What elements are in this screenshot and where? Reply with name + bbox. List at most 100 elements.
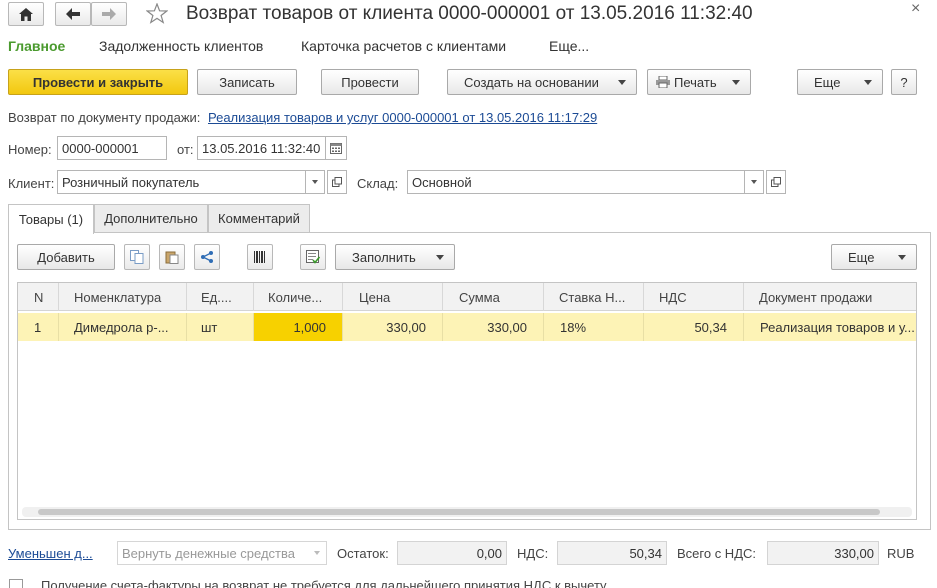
reduced-link[interactable]: Уменьшен д... — [8, 546, 93, 561]
col-header-n[interactable]: N — [18, 283, 59, 311]
tab-comment[interactable]: Комментарий — [208, 204, 310, 232]
chevron-down-icon — [864, 79, 872, 85]
warehouse-field[interactable]: Основной — [407, 170, 744, 194]
sale-doc-link[interactable]: Реализация товаров и услуг 0000-000001 о… — [208, 110, 597, 125]
col-header-item[interactable]: Номенклатура — [59, 283, 187, 311]
scrollbar-thumb[interactable] — [38, 509, 880, 515]
home-button[interactable] — [8, 2, 44, 26]
chevron-down-icon — [898, 254, 906, 260]
nav-client-debt[interactable]: Задолженность клиентов — [99, 38, 263, 54]
copy-button[interactable] — [124, 244, 150, 270]
arrow-left-icon — [66, 8, 80, 20]
fill-label: Заполнить — [352, 249, 416, 265]
warehouse-dropdown-button[interactable] — [744, 170, 764, 194]
calendar-icon — [330, 142, 342, 154]
post-button[interactable]: Провести — [321, 69, 419, 95]
warehouse-open-button[interactable] — [766, 170, 786, 194]
client-field[interactable]: Розничный покупатель — [57, 170, 305, 194]
chevron-down-icon — [436, 254, 444, 260]
number-label: Номер: — [8, 142, 52, 157]
currency-label: RUB — [887, 546, 915, 561]
barcode-icon — [254, 251, 265, 263]
tab-goods[interactable]: Товары (1) — [8, 204, 94, 234]
help-button[interactable]: ? — [891, 69, 917, 95]
client-label: Клиент: — [8, 176, 55, 191]
col-header-price[interactable]: Цена — [343, 283, 443, 311]
warehouse-label: Склад: — [357, 176, 399, 191]
nav-settlement-card[interactable]: Карточка расчетов с клиентами — [301, 38, 506, 54]
post-and-close-button[interactable]: Провести и закрыть — [8, 69, 188, 95]
open-icon — [771, 177, 781, 187]
cell-item[interactable]: Димедрола р-... — [59, 313, 187, 341]
paste-icon — [165, 251, 179, 264]
vat-label: НДС: — [517, 546, 549, 561]
chevron-down-icon — [312, 180, 318, 184]
create-based-on-button[interactable]: Создать на основании — [447, 69, 637, 95]
number-field[interactable]: 0000-000001 — [57, 136, 167, 160]
goods-more-label: Еще — [848, 249, 875, 265]
cell-unit[interactable]: шт — [187, 313, 254, 341]
cell-qty[interactable]: 1,000 — [254, 313, 343, 341]
fill-button[interactable]: Заполнить — [335, 244, 455, 270]
client-open-button[interactable] — [327, 170, 347, 194]
chevron-down-icon — [314, 551, 320, 555]
printer-icon — [656, 76, 670, 88]
branch-icon — [201, 251, 213, 263]
cell-sum[interactable]: 330,00 — [443, 313, 544, 341]
nav-main[interactable]: Главное — [8, 38, 65, 54]
nav-more[interactable]: Еще... — [549, 38, 589, 54]
col-header-vat[interactable]: НДС — [644, 283, 744, 311]
chevron-down-icon — [618, 79, 626, 85]
calendar-button[interactable] — [325, 136, 347, 160]
cell-n[interactable]: 1 — [18, 313, 59, 341]
invoice-checkbox[interactable] — [9, 579, 23, 588]
create-based-on-label: Создать на основании — [464, 74, 599, 90]
cell-vat[interactable]: 50,34 — [644, 313, 744, 341]
print-label: Печать — [674, 74, 717, 90]
chevron-down-icon — [732, 79, 740, 85]
back-button[interactable] — [55, 2, 91, 26]
invoice-note: Получение счета-фактуры на возврат не тр… — [41, 578, 607, 588]
vat-field: 50,34 — [557, 541, 667, 565]
total-label: Всего с НДС: — [677, 546, 757, 561]
more-label: Еще — [814, 74, 841, 90]
close-icon[interactable]: × — [911, 0, 920, 18]
balance-field: 0,00 — [397, 541, 507, 565]
client-dropdown-button[interactable] — [305, 170, 325, 194]
home-icon — [19, 7, 33, 21]
balance-label: Остаток: — [337, 546, 389, 561]
cell-vat-rate[interactable]: 18% — [544, 313, 644, 341]
col-header-sale-doc[interactable]: Документ продажи — [744, 283, 916, 311]
refund-select-label: Вернуть денежные средства — [122, 545, 295, 561]
col-header-sum[interactable]: Сумма — [443, 283, 544, 311]
sale-doc-label: Возврат по документу продажи: — [8, 110, 201, 125]
col-header-qty[interactable]: Количе... — [254, 283, 343, 311]
window-title: Возврат товаров от клиента 0000-000001 о… — [186, 3, 753, 24]
cell-sale-doc[interactable]: Реализация товаров и у... — [744, 313, 916, 341]
favorite-star-icon[interactable] — [146, 3, 168, 24]
checklist-icon — [306, 250, 320, 264]
add-button[interactable]: Добавить — [17, 244, 115, 270]
col-header-unit[interactable]: Ед.... — [187, 283, 254, 311]
barcode-button[interactable] — [247, 244, 273, 270]
tab-additional[interactable]: Дополнительно — [94, 204, 208, 232]
horizontal-scrollbar[interactable] — [22, 507, 912, 517]
copy-icon — [130, 250, 144, 264]
date-field[interactable]: 13.05.2016 11:32:40 — [197, 136, 325, 160]
share-button[interactable] — [194, 244, 220, 270]
more-button[interactable]: Еще — [797, 69, 883, 95]
total-field: 330,00 — [767, 541, 879, 565]
fill-from-list-button[interactable] — [300, 244, 326, 270]
date-label: от: — [177, 142, 194, 157]
chevron-down-icon — [751, 180, 757, 184]
arrow-right-icon — [102, 8, 116, 20]
paste-button[interactable] — [159, 244, 185, 270]
save-button[interactable]: Записать — [197, 69, 297, 95]
forward-button[interactable] — [91, 2, 127, 26]
col-header-vat-rate[interactable]: Ставка Н... — [544, 283, 644, 311]
refund-select[interactable]: Вернуть денежные средства — [117, 541, 327, 565]
open-icon — [332, 177, 342, 187]
goods-more-button[interactable]: Еще — [831, 244, 917, 270]
print-button[interactable]: Печать — [647, 69, 751, 95]
cell-price[interactable]: 330,00 — [343, 313, 443, 341]
